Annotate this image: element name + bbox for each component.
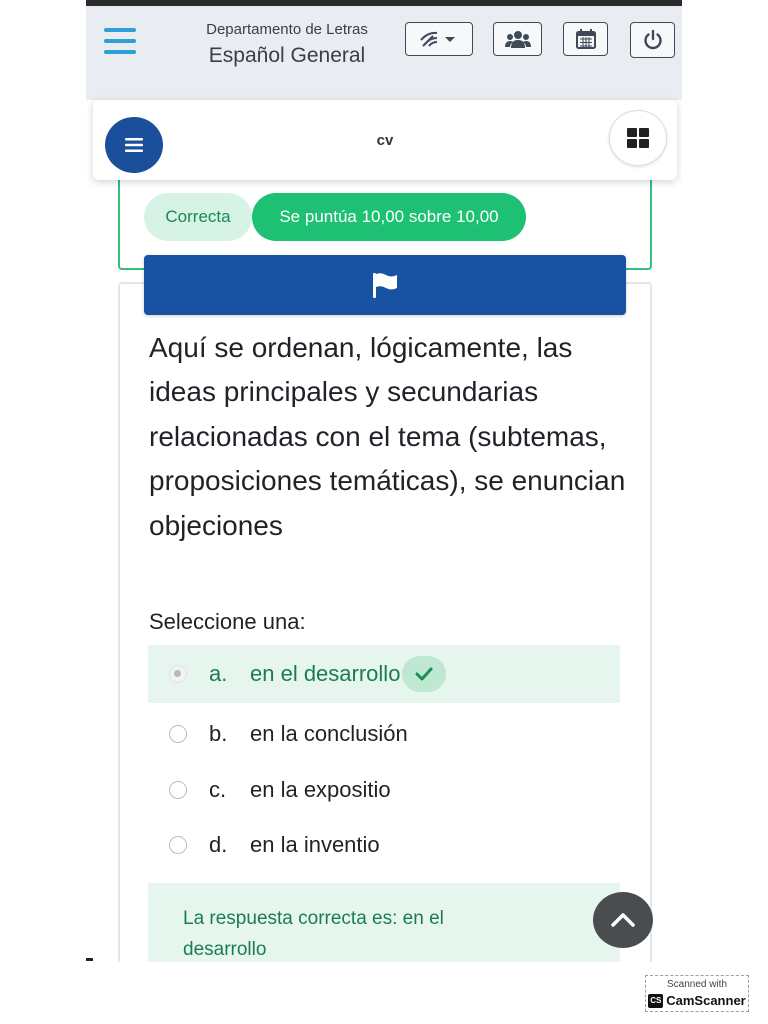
camscanner-watermark: Scanned with CS CamScanner xyxy=(645,975,749,1012)
department-name: Departamento de Letras xyxy=(206,21,368,38)
check-icon xyxy=(402,656,447,692)
logout-button[interactable] xyxy=(630,22,675,58)
option-letter: a. xyxy=(209,661,228,686)
users-icon xyxy=(504,31,531,48)
radio-button[interactable] xyxy=(169,725,187,743)
question-text: Aquí se ordenan, lógicamente, las ideas … xyxy=(149,332,626,541)
calendar-button[interactable] xyxy=(563,22,608,56)
answer-option-b[interactable]: b. en la conclusión xyxy=(148,705,620,763)
answer-option-d[interactable]: d. en la inventio xyxy=(148,816,620,874)
quiz-navigation-button[interactable] xyxy=(609,110,667,166)
option-letter: d. xyxy=(209,832,228,857)
calendar-icon xyxy=(575,29,596,49)
course-name[interactable]: Español General xyxy=(192,42,382,70)
connection-dropdown-button[interactable] xyxy=(405,22,473,56)
flag-question-button[interactable] xyxy=(144,255,626,315)
flag-icon xyxy=(373,273,397,298)
option-label: en la expositio xyxy=(250,777,391,802)
watermark-brand: CamScanner xyxy=(666,993,746,1008)
answer-prompt: Seleccione una: xyxy=(149,609,306,634)
option-label: en la conclusión xyxy=(250,721,408,746)
option-label: en la inventio xyxy=(250,832,380,857)
camscanner-logo-icon: CS xyxy=(648,993,664,1008)
grid-icon xyxy=(627,128,649,148)
option-letter: c. xyxy=(209,777,227,802)
quiz-title: cv xyxy=(376,132,394,149)
wifi-dropdown-icon xyxy=(420,31,455,47)
answer-option-a[interactable]: a. en el desarrollo xyxy=(148,645,620,703)
grade-badge: Se puntúa 10,00 sobre 10,00 xyxy=(252,193,526,241)
radio-button[interactable] xyxy=(169,665,187,683)
option-label: en el desarrollo xyxy=(250,661,401,686)
status-badge: Correcta xyxy=(144,193,252,241)
radio-button[interactable] xyxy=(169,836,187,854)
correct-answer-feedback: La respuesta correcta es: en el desarrol… xyxy=(148,883,620,962)
answer-option-c[interactable]: c. en la expositio xyxy=(148,761,620,819)
watermark-caption: Scanned with xyxy=(666,979,728,990)
scan-mark xyxy=(86,958,93,961)
site-header: Departamento de Letras Español General xyxy=(86,6,682,100)
menu-icon[interactable] xyxy=(104,28,136,54)
quiz-navigation-bar: cv xyxy=(93,100,677,180)
quiz-review-screen: Departamento de Letras Español General c… xyxy=(86,0,682,962)
power-icon xyxy=(643,29,662,50)
site-titles: Departamento de Letras Español General xyxy=(192,20,382,70)
participants-button[interactable] xyxy=(493,22,542,56)
option-letter: b. xyxy=(209,721,228,746)
chevron-up-icon xyxy=(611,913,635,927)
scroll-to-top-button[interactable] xyxy=(593,892,653,948)
radio-button[interactable] xyxy=(169,781,187,799)
